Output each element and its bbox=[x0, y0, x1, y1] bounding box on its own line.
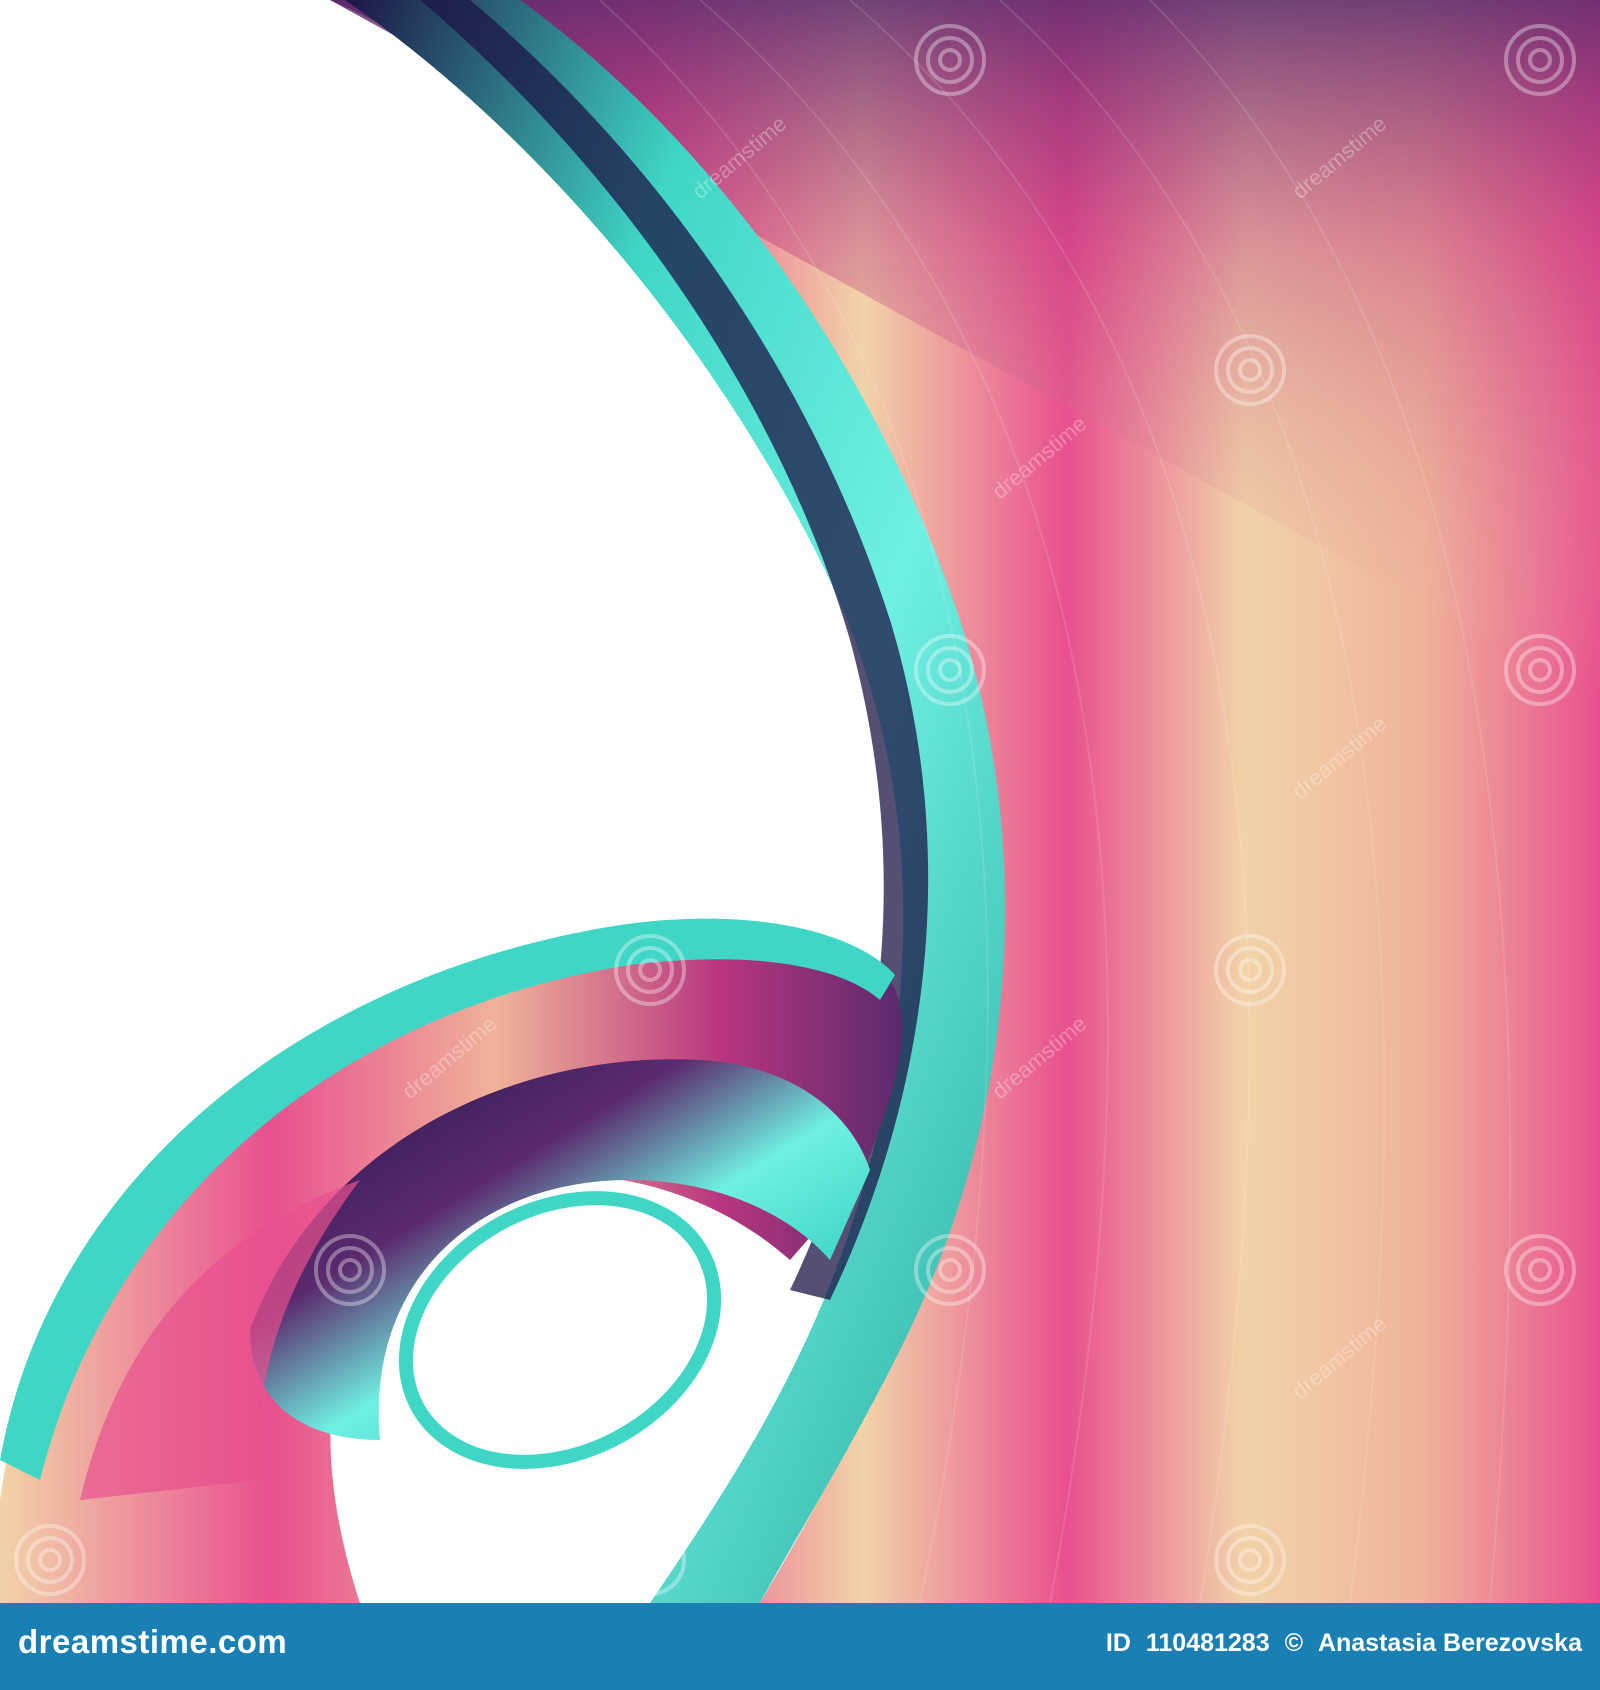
abstract-swirl-artwork bbox=[0, 0, 1600, 1603]
brand-logo-text[interactable]: dreamstime.com bbox=[18, 1623, 287, 1661]
image-credit: ID 110481283 © Anastasia Berezovska bbox=[1106, 1629, 1582, 1658]
stock-footer-bar: dreamstime.com ID 110481283 © Anastasia … bbox=[0, 1603, 1600, 1690]
author-name: Anastasia Berezovska bbox=[1317, 1629, 1582, 1657]
stock-photo-frame: dreamstime dreamstime dreamstime dreamst… bbox=[0, 0, 1600, 1690]
copyright-symbol: © bbox=[1284, 1629, 1303, 1657]
image-id: 110481283 bbox=[1145, 1629, 1270, 1657]
swirl-illustration bbox=[0, 0, 1600, 1603]
id-label: ID bbox=[1105, 1629, 1131, 1657]
